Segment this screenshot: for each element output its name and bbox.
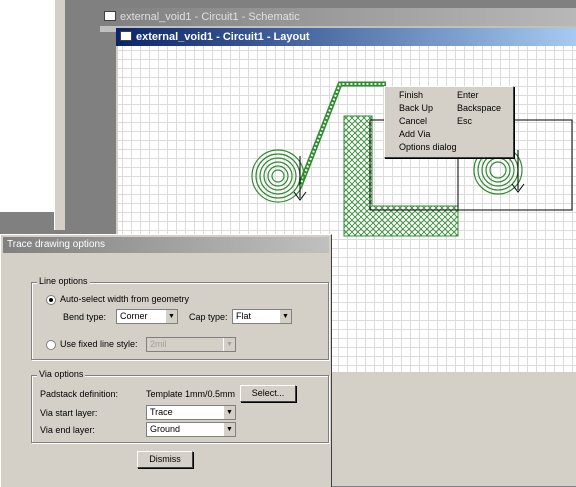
layout-title: external_void1 - Circuit1 - Layout	[136, 31, 310, 43]
fixed-style-select: 2mil ▼	[146, 337, 236, 352]
bend-type-label: Bend type:	[63, 312, 107, 322]
background-pane	[0, 0, 55, 212]
menu-item-back-up[interactable]: Back Up Backspace	[385, 102, 513, 115]
dropdown-arrow-icon[interactable]: ▼	[279, 310, 291, 323]
dialog-title: Trace drawing options	[7, 239, 106, 250]
schematic-title-bar[interactable]: external_void1 - Circuit1 - Schematic	[100, 8, 576, 26]
bend-type-select[interactable]: Corner ▼	[116, 309, 178, 324]
layout-title-bar[interactable]: external_void1 - Circuit1 - Layout	[116, 28, 576, 46]
fixed-style-label: Use fixed line style:	[60, 339, 138, 349]
cap-type-select[interactable]: Flat ▼	[232, 309, 292, 324]
dialog-title-bar[interactable]: Trace drawing options	[3, 237, 329, 253]
cap-type-label: Cap type:	[189, 312, 228, 322]
window-background	[330, 372, 576, 486]
select-padstack-button[interactable]: Select...	[240, 385, 296, 402]
via-end-layer-label: Via end layer:	[40, 425, 95, 435]
via-start-layer-select[interactable]: Trace ▼	[146, 405, 236, 420]
window-icon	[104, 11, 116, 21]
menu-item-cancel[interactable]: Cancel Esc	[385, 115, 513, 128]
via-options-legend: Via options	[37, 369, 86, 379]
left-via-pad	[251, 149, 307, 203]
dropdown-arrow-icon[interactable]: ▼	[165, 310, 177, 323]
menu-item-add-via[interactable]: Add Via	[385, 128, 513, 141]
via-end-layer-select[interactable]: Ground ▼	[146, 422, 236, 437]
trace-drawing-options-dialog: Trace drawing options Line options Auto-…	[0, 234, 332, 487]
via-options-group: Via options Padstack definition: Templat…	[31, 369, 329, 443]
line-options-legend: Line options	[37, 276, 90, 286]
background-pane-frame	[54, 0, 65, 230]
menu-item-options-dialog[interactable]: Options dialog	[385, 141, 513, 154]
schematic-title: external_void1 - Circuit1 - Schematic	[120, 11, 300, 23]
padstack-label: Padstack definition:	[40, 389, 119, 399]
context-menu: Finish Enter Back Up Backspace Cancel Es…	[384, 86, 514, 158]
auto-select-label: Auto-select width from geometry	[60, 294, 190, 304]
auto-select-radio[interactable]	[46, 295, 56, 305]
line-options-group: Line options Auto-select width from geom…	[31, 276, 329, 360]
menu-item-finish[interactable]: Finish Enter	[385, 89, 513, 102]
dropdown-arrow-icon[interactable]: ▼	[223, 423, 235, 436]
dropdown-arrow-icon[interactable]: ▼	[223, 406, 235, 419]
window-icon	[120, 31, 132, 41]
dropdown-arrow-icon: ▼	[223, 338, 235, 351]
via-start-layer-label: Via start layer:	[40, 408, 98, 418]
dismiss-button[interactable]: Dismiss	[137, 451, 193, 468]
diagonal-trace	[297, 81, 386, 187]
fixed-style-radio[interactable]	[46, 340, 56, 350]
padstack-value: Template 1mm/0.5mm	[146, 389, 236, 399]
